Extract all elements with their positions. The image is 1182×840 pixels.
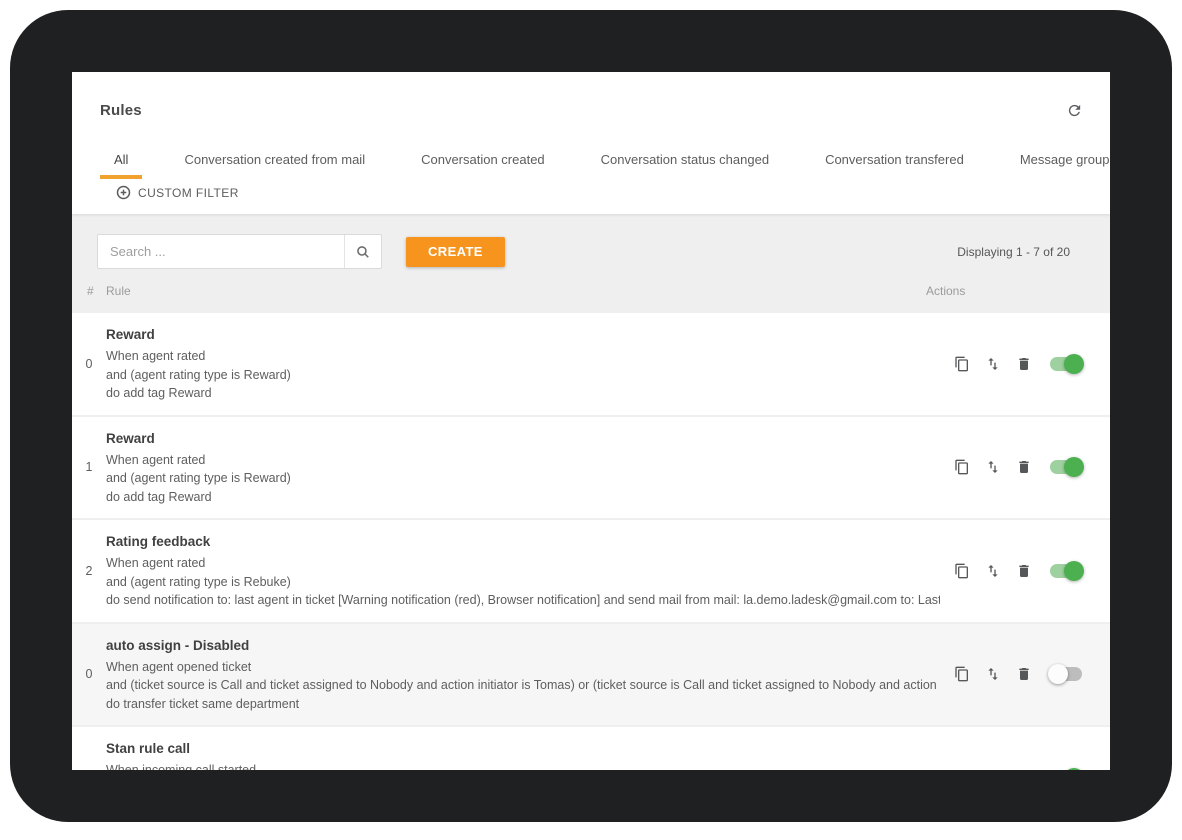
rule-title: auto assign - Disabled [106,636,940,655]
delete-rule-button[interactable] [1015,665,1033,683]
create-button[interactable]: CREATE [406,237,505,267]
rule-condition: When agent opened ticket [106,658,940,677]
copy-rule-button[interactable] [953,665,971,683]
tab-conversation-status-changed[interactable]: Conversation status changed [587,142,783,179]
copy-rule-button[interactable] [953,458,971,476]
tab-conversation-created-from-mail[interactable]: Conversation created from mail [170,142,379,179]
row-actions [950,768,1110,770]
rule-action: do transfer ticket same department [106,695,940,714]
table-header: # Rule Actions [72,269,1110,313]
rule-row-auto-assign[interactable]: 0 auto assign - Disabled When agent open… [72,624,1110,726]
reorder-rule-button[interactable] [984,355,1002,373]
swap-vertical-icon [985,666,1001,682]
rule-row-reward-2[interactable]: 1 Reward When agent rated and (agent rat… [72,417,1110,519]
delete-rule-button[interactable] [1015,458,1033,476]
reorder-rule-button[interactable] [984,458,1002,476]
trash-icon [1016,563,1032,579]
rule-order-number: 1 [72,460,106,474]
copy-icon [954,666,970,682]
rule-order-number: 0 [72,357,106,371]
rule-order-number: 2 [72,564,106,578]
rule-title: Reward [106,429,940,448]
custom-filter-button[interactable]: CUSTOM FILTER [116,185,239,200]
copy-icon [954,459,970,475]
column-header-rule: Rule [106,284,926,298]
page-title: Rules [100,102,142,119]
rule-condition: and (ticket source is Call and ticket as… [106,676,940,695]
rule-action: do add tag Reward [106,384,940,403]
rule-enabled-toggle[interactable] [1048,457,1084,477]
trash-icon [1016,459,1032,475]
search-box [97,234,382,269]
rule-condition: and (agent rating type is Rebuke) [106,573,940,592]
copy-icon [954,356,970,372]
rule-row-stan-rule-call[interactable]: 0 Stan rule call When incoming call star… [72,727,1110,770]
tab-conversation-transfered[interactable]: Conversation transfered [811,142,978,179]
rules-list: 0 Reward When agent rated and (agent rat… [72,313,1110,770]
trash-icon [1016,356,1032,372]
toolbar: CREATE Displaying 1 - 7 of 20 [72,214,1110,269]
device-frame: Rules All Conversation created from mail… [10,10,1172,822]
row-actions [950,664,1110,684]
reorder-rule-button[interactable] [984,665,1002,683]
rule-condition: and (agent rating type is Reward) [106,366,940,385]
custom-filter-label: CUSTOM FILTER [138,186,239,200]
plus-circle-icon [116,185,131,200]
swap-vertical-icon [985,563,1001,579]
row-actions [950,561,1110,581]
pagination-status: Displaying 1 - 7 of 20 [957,245,1070,259]
app-window: Rules All Conversation created from mail… [72,72,1110,770]
rule-order-number: 0 [72,667,106,681]
rules-list-section: CREATE Displaying 1 - 7 of 20 # Rule Act… [72,214,1110,770]
tab-bar: All Conversation created from mail Conve… [86,142,1110,179]
delete-rule-button[interactable] [1015,562,1033,580]
rule-condition: When incoming call started [106,761,940,770]
reorder-rule-button[interactable] [984,769,1002,770]
rule-condition: and (agent rating type is Reward) [106,469,940,488]
rule-action: do send notification to: last agent in t… [106,591,940,610]
page-header: Rules All Conversation created from mail… [72,72,1110,214]
row-actions [950,354,1110,374]
tab-all[interactable]: All [100,142,142,179]
refresh-icon [1066,102,1083,119]
delete-rule-button[interactable] [1015,769,1033,770]
search-button[interactable] [344,235,381,268]
search-icon [356,245,370,259]
copy-rule-button[interactable] [953,769,971,770]
rule-enabled-toggle[interactable] [1048,354,1084,374]
swap-vertical-icon [985,459,1001,475]
search-input[interactable] [98,235,344,268]
rule-enabled-toggle[interactable] [1048,768,1084,770]
rule-title: Reward [106,325,940,344]
rule-row-reward-1[interactable]: 0 Reward When agent rated and (agent rat… [72,313,1110,415]
refresh-button[interactable] [1062,98,1086,122]
column-header-number: # [87,284,106,298]
tab-conversation-created[interactable]: Conversation created [407,142,559,179]
column-header-actions: Actions [926,284,1084,298]
trash-icon [1016,666,1032,682]
row-actions [950,457,1110,477]
copy-icon [954,563,970,579]
rule-condition: When agent rated [106,554,940,573]
rule-row-rating-feedback[interactable]: 2 Rating feedback When agent rated and (… [72,520,1110,622]
copy-rule-button[interactable] [953,562,971,580]
tab-message-group-added[interactable]: Message group added [1006,142,1110,179]
copy-rule-button[interactable] [953,355,971,373]
rule-condition: When agent rated [106,451,940,470]
rule-enabled-toggle[interactable] [1048,664,1084,684]
rule-condition: When agent rated [106,347,940,366]
delete-rule-button[interactable] [1015,355,1033,373]
rule-title: Rating feedback [106,532,940,551]
rule-enabled-toggle[interactable] [1048,561,1084,581]
rule-action: do add tag Reward [106,488,940,507]
swap-vertical-icon [985,356,1001,372]
reorder-rule-button[interactable] [984,562,1002,580]
rule-title: Stan rule call [106,739,940,758]
